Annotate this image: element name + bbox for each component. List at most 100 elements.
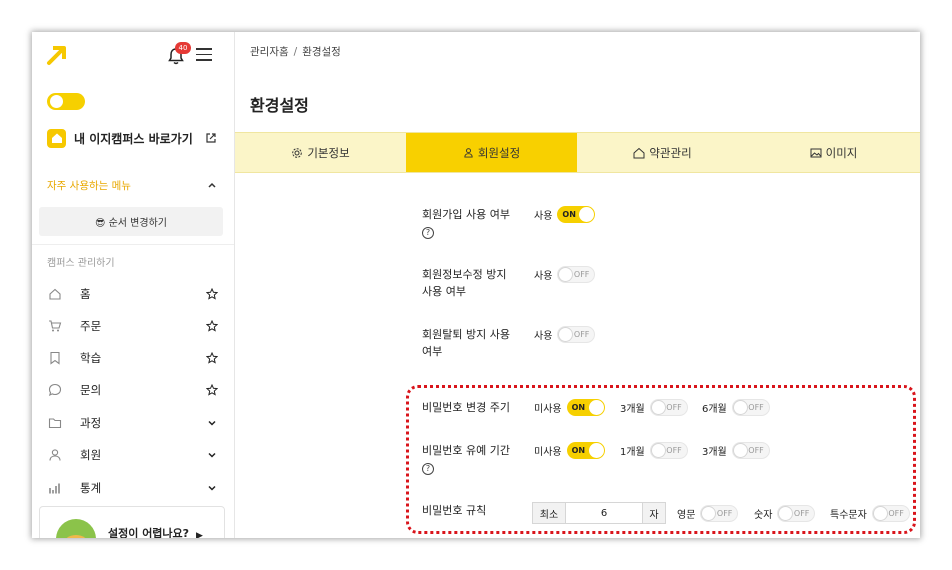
- pw-rule-option-alpha: 영문 OFF: [677, 505, 739, 522]
- external-link-icon: [206, 133, 216, 143]
- campus-link-label: 내 이지캠퍼스 바로가기: [74, 131, 193, 146]
- pw-grace-option-1m: 1개월 OFF: [620, 442, 688, 459]
- toggle-state: OFF: [666, 446, 682, 455]
- tab-label: 기본정보: [307, 145, 350, 160]
- sidebar-item-member[interactable]: 회원: [47, 445, 219, 465]
- toggle-state: OFF: [573, 330, 590, 339]
- sidebar-item-course[interactable]: 과정: [47, 413, 219, 433]
- toggle-state: OFF: [666, 403, 682, 412]
- option-label: 숫자: [754, 510, 773, 521]
- app-window: 40 내 이지캠퍼스 바로가기 자주 사용하는 메뉴 😎 순서 변경하기 캠퍼스…: [32, 32, 920, 538]
- option-label: 1개월: [620, 447, 645, 458]
- sidebar-item-home[interactable]: 홈: [47, 284, 219, 304]
- toggle-state: OFF: [573, 270, 590, 279]
- reorder-button[interactable]: 😎 순서 변경하기: [39, 207, 223, 236]
- menu-icon[interactable]: [196, 48, 212, 62]
- pw-rule-alpha-toggle[interactable]: OFF: [700, 505, 739, 522]
- edit-block-label: 회원정보수정 방지 사용 여부: [422, 266, 506, 300]
- sidebar-item-inquiry[interactable]: 문의: [47, 380, 219, 400]
- breadcrumb-current: 환경설정: [302, 46, 341, 58]
- sidebar-item-learning[interactable]: 학습: [47, 348, 219, 368]
- option-label: 미사용: [534, 447, 562, 458]
- page-title: 환경설정: [250, 96, 309, 115]
- home-icon: [633, 147, 645, 159]
- sidebar-item-label: 문의: [80, 383, 102, 397]
- home-icon: [47, 128, 66, 148]
- tab-terms[interactable]: 약관관리: [577, 133, 748, 172]
- withdraw-block-label: 회원탈퇴 방지 사용 여부: [422, 326, 510, 360]
- pw-rule-special-toggle[interactable]: OFF: [871, 505, 910, 522]
- bookmark-icon: [47, 350, 63, 366]
- help-icon[interactable]: ?: [422, 463, 434, 475]
- star-icon[interactable]: [205, 288, 219, 300]
- chevron-down-icon[interactable]: [205, 484, 219, 492]
- star-icon[interactable]: [205, 320, 219, 332]
- edit-block-label-line2: 사용 여부: [422, 285, 466, 298]
- sidebar-item-label: 과정: [80, 416, 102, 430]
- folder-icon: [47, 415, 63, 431]
- image-icon: [810, 147, 822, 159]
- withdraw-block-toggle[interactable]: OFF: [557, 326, 596, 343]
- tab-member-settings[interactable]: 회원설정: [406, 133, 577, 172]
- star-icon[interactable]: [205, 384, 219, 396]
- pw-change-none-toggle[interactable]: ON: [566, 399, 605, 416]
- pw-change-6m-toggle[interactable]: OFF: [731, 399, 770, 416]
- campus-link[interactable]: 내 이지캠퍼스 바로가기: [47, 128, 217, 148]
- breadcrumb-root[interactable]: 관리자홈: [250, 46, 289, 58]
- pw-change-3m-toggle[interactable]: OFF: [649, 399, 688, 416]
- tab-label: 약관관리: [649, 145, 692, 160]
- min-length-suffix: 자: [642, 503, 665, 523]
- signup-toggle[interactable]: ON: [557, 206, 596, 223]
- logo-icon[interactable]: [46, 44, 68, 66]
- favorites-header[interactable]: 자주 사용하는 메뉴: [47, 177, 217, 193]
- option-label: 3개월: [620, 404, 645, 415]
- help-icon[interactable]: ?: [422, 227, 434, 239]
- pw-grace-none-toggle[interactable]: ON: [566, 442, 605, 459]
- management-title: 캠퍼스 관리하기: [47, 258, 115, 269]
- pw-grace-3m-toggle[interactable]: OFF: [731, 442, 770, 459]
- pw-grace-label: 비밀번호 유예 기간 ?: [422, 442, 510, 476]
- divider: [32, 244, 234, 245]
- tab-image[interactable]: 이미지: [748, 133, 919, 172]
- pw-change-option-6m: 6개월 OFF: [702, 399, 770, 416]
- chevron-up-icon: [208, 182, 216, 188]
- option-label: 6개월: [702, 404, 727, 415]
- toggle-state: OFF: [888, 509, 904, 518]
- edit-block-option: 사용 OFF: [534, 266, 596, 283]
- chevron-down-icon[interactable]: [205, 451, 219, 459]
- notification-badge: 40: [175, 42, 191, 54]
- min-length-field: 최소 6 자: [532, 502, 666, 524]
- sidebar-item-label: 학습: [80, 351, 102, 365]
- pw-grace-1m-toggle[interactable]: OFF: [649, 442, 688, 459]
- user-icon: [463, 147, 474, 158]
- toggle-state: OFF: [793, 509, 810, 518]
- toggle-state: OFF: [716, 509, 733, 518]
- pw-grace-option-none: 미사용 ON: [534, 442, 605, 459]
- star-icon[interactable]: [205, 352, 219, 364]
- option-label: 3개월: [702, 447, 727, 458]
- sidebar-item-label: 홈: [80, 287, 91, 301]
- signup-label-text: 회원가입 사용 여부: [422, 208, 510, 221]
- pw-grace-label-text: 비밀번호 유예 기간: [422, 444, 510, 457]
- user-icon: [47, 447, 63, 463]
- edit-block-toggle[interactable]: OFF: [557, 266, 596, 283]
- sidebar-item-stats[interactable]: 통계: [47, 478, 219, 498]
- help-card[interactable]: 설정이 어렵나요? ▶: [39, 506, 225, 538]
- chevron-down-icon[interactable]: [205, 419, 219, 427]
- toggle-state: ON: [571, 403, 586, 412]
- breadcrumb: 관리자홈 / 환경설정: [250, 44, 341, 59]
- option-label: 미사용: [534, 404, 562, 415]
- sidebar-toggle[interactable]: [47, 93, 85, 110]
- signup-option: 사용 ON: [534, 206, 596, 223]
- pw-change-option-none: 미사용 ON: [534, 399, 605, 416]
- option-label: 사용: [534, 211, 553, 222]
- main-content: 관리자홈/환경설정 환경설정 기본정보 회원설정 약관관리 이미지 회원가입: [235, 32, 920, 538]
- tab-bar: 기본정보 회원설정 약관관리 이미지: [235, 132, 920, 173]
- sidebar-item-order[interactable]: 주문: [47, 316, 219, 336]
- min-length-input[interactable]: 6: [566, 503, 642, 523]
- bar-chart-icon: [47, 480, 63, 496]
- tab-basic-info[interactable]: 기본정보: [235, 133, 406, 172]
- sidebar-item-label: 주문: [80, 319, 102, 333]
- toggle-state: OFF: [748, 403, 764, 412]
- pw-rule-number-toggle[interactable]: OFF: [777, 505, 816, 522]
